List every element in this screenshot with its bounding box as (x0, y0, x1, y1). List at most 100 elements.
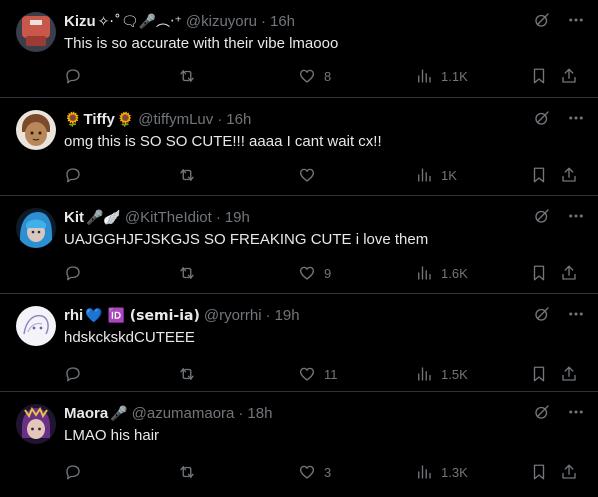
more-icon[interactable] (566, 304, 586, 324)
grok-icon[interactable] (532, 402, 552, 422)
grok-icon[interactable] (532, 304, 552, 324)
reply-button[interactable] (64, 67, 90, 85)
action-bar: 11 1.5K (64, 364, 582, 384)
reply-item[interactable]: 🌻 Tiffy 🌻 @tiffymLuv · 16h omg this is S… (0, 98, 598, 196)
repost-button[interactable] (178, 166, 204, 184)
like-count: 9 (324, 265, 332, 281)
like-button[interactable]: 11 (298, 365, 338, 383)
handle[interactable]: @azumamaora (132, 404, 235, 424)
bookmark-icon (533, 68, 545, 84)
display-name[interactable]: Tiffy (83, 110, 114, 130)
avatar[interactable] (16, 12, 56, 52)
repost-icon (180, 466, 194, 478)
views-icon (418, 69, 431, 83)
action-bar: 8 1.1K (64, 66, 582, 86)
more-icon[interactable] (566, 108, 586, 128)
views-button[interactable]: 1.6K (415, 264, 468, 282)
bookmark-button[interactable] (530, 166, 548, 184)
views-button[interactable]: 1.3K (415, 463, 468, 481)
share-button[interactable] (560, 166, 578, 184)
views-button[interactable]: 1K (415, 166, 457, 184)
share-button[interactable] (560, 365, 578, 383)
name-decoration: ✧·˚🗨🎤︵‧⁺ (97, 14, 182, 30)
reply-button[interactable] (64, 365, 90, 383)
like-button[interactable] (298, 166, 324, 184)
display-name[interactable]: rhi (64, 306, 83, 326)
more-icon[interactable] (566, 10, 586, 30)
share-button[interactable] (560, 264, 578, 282)
top-actions (532, 304, 586, 324)
more-icon[interactable] (566, 402, 586, 422)
more-icon[interactable] (566, 206, 586, 226)
reply-button[interactable] (64, 463, 90, 481)
grok-icon[interactable] (532, 10, 552, 30)
avatar[interactable] (16, 306, 56, 346)
handle[interactable]: @ryorrhi (204, 306, 262, 326)
reply-icon (66, 168, 80, 183)
timestamp[interactable]: 16h (226, 110, 251, 130)
bookmark-button[interactable] (530, 264, 548, 282)
bookmark-icon (533, 167, 545, 183)
reply-text: UAJGGHJFJSKGJS SO FREAKING CUTE i love t… (64, 231, 429, 248)
display-name[interactable]: Kit (64, 208, 84, 228)
bookmark-icon (533, 366, 545, 382)
name-decoration: 🎤 (110, 406, 128, 422)
separator: · (265, 307, 271, 324)
display-name[interactable]: Maora (64, 404, 108, 424)
grok-icon[interactable] (532, 206, 552, 226)
like-count: 3 (324, 464, 332, 480)
reply-item[interactable]: Maora 🎤 @azumamaora · 18h LMAO his hair … (0, 392, 598, 497)
handle[interactable]: @KitTheIdiot (125, 208, 212, 228)
reply-icon (66, 367, 80, 382)
bookmark-button[interactable] (530, 365, 548, 383)
bookmark-button[interactable] (530, 67, 548, 85)
reply-item[interactable]: Kit 🎤🪽 @KitTheIdiot · 19h UAJGGHJFJSKGJS… (0, 196, 598, 294)
share-icon (562, 167, 576, 182)
bookmark-button[interactable] (530, 463, 548, 481)
reply-header: rhi 💙 🆔 (semi-ia) @ryorrhi · 19h (64, 306, 300, 326)
name-decoration: 🌻 (116, 112, 135, 128)
view-count: 1.1K (441, 68, 468, 84)
reply-item[interactable]: rhi 💙 🆔 (semi-ia) @ryorrhi · 19h hdskcks… (0, 294, 598, 392)
reply-button[interactable] (64, 166, 90, 184)
avatar[interactable] (16, 208, 56, 248)
timestamp[interactable]: 18h (247, 404, 272, 424)
views-icon (418, 168, 431, 182)
reply-header: Kit 🎤🪽 @KitTheIdiot · 19h (64, 208, 250, 228)
views-icon (418, 465, 431, 479)
view-count: 1.5K (441, 366, 468, 382)
timestamp[interactable]: 19h (275, 306, 300, 326)
reply-icon (66, 266, 80, 281)
action-bar: 3 1.3K (64, 462, 582, 482)
repost-button[interactable] (178, 67, 204, 85)
views-button[interactable]: 1.1K (415, 67, 468, 85)
avatar[interactable] (16, 404, 56, 444)
view-count: 1.6K (441, 265, 468, 281)
repost-button[interactable] (178, 463, 204, 481)
share-button[interactable] (560, 463, 578, 481)
handle[interactable]: @kizuyoru (186, 12, 257, 32)
separator: · (217, 111, 223, 128)
like-button[interactable]: 3 (298, 463, 331, 481)
handle[interactable]: @tiffymLuv (138, 110, 213, 130)
like-button[interactable]: 8 (298, 67, 331, 85)
timestamp[interactable]: 16h (270, 12, 295, 32)
like-count: 8 (324, 68, 332, 84)
reply-header: Maora 🎤 @azumamaora · 18h (64, 404, 272, 424)
reply-text: omg this is SO SO CUTE!!! aaaa I cant wa… (64, 133, 382, 150)
avatar[interactable] (16, 110, 56, 150)
views-button[interactable]: 1.5K (415, 365, 468, 383)
reply-item[interactable]: Kizu ✧·˚🗨🎤︵‧⁺ @kizuyoru · 16h This is so… (0, 0, 598, 98)
heart-icon (299, 69, 315, 83)
bookmark-icon (533, 265, 545, 281)
repost-button[interactable] (178, 365, 204, 383)
share-button[interactable] (560, 67, 578, 85)
grok-icon[interactable] (532, 108, 552, 128)
timestamp[interactable]: 19h (225, 208, 250, 228)
reply-header: 🌻 Tiffy 🌻 @tiffymLuv · 16h (64, 110, 251, 130)
repost-button[interactable] (178, 264, 204, 282)
reply-button[interactable] (64, 264, 90, 282)
display-name[interactable]: Kizu (64, 12, 96, 32)
like-button[interactable]: 9 (298, 264, 331, 282)
reply-header: Kizu ✧·˚🗨🎤︵‧⁺ @kizuyoru · 16h (64, 12, 295, 32)
